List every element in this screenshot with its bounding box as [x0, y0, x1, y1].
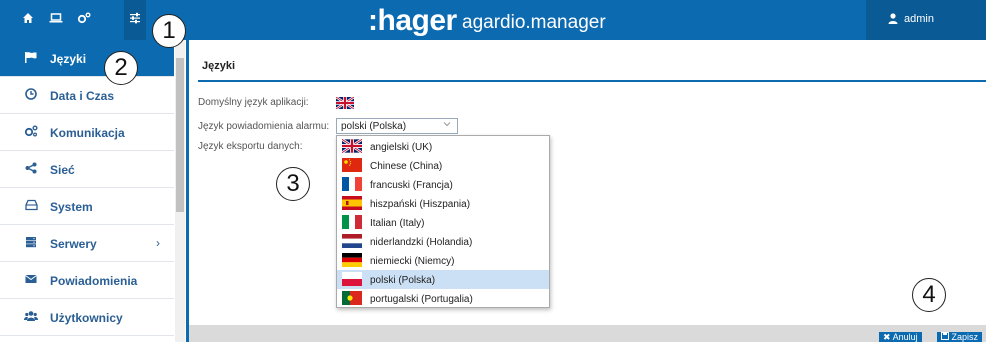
china-flag-icon [342, 158, 362, 172]
save-icon [941, 332, 952, 342]
content-divider [186, 40, 189, 342]
option-label: angielski (UK) [370, 142, 433, 153]
sidebar-item-label: Komunikacja [50, 126, 125, 140]
sidebar-item-label: Serwery [50, 237, 97, 251]
server-icon [24, 236, 38, 250]
language-option-portugalski[interactable]: portugalski (Portugalia) [337, 289, 549, 307]
close-icon: ✖ [883, 332, 891, 342]
sidebar-item-powiadomienia[interactable]: Powiadomienia [0, 262, 174, 299]
cogs-icon [24, 125, 38, 139]
top-bar: :hager agardio.manager admin [0, 0, 986, 40]
option-label: hiszpański (Hiszpania) [370, 199, 471, 210]
sidebar-item-label: Języki [50, 52, 87, 66]
language-option-polski[interactable]: polski (Polska) [337, 270, 549, 289]
callout-marker: 4 [912, 278, 946, 312]
language-option-angielski[interactable]: angielski (UK) [337, 137, 549, 156]
user-name: admin [904, 13, 934, 25]
sidebar: Języki Data i Czas Komunikacja Sieć Syst… [0, 40, 186, 342]
option-label: Chinese (China) [370, 161, 443, 172]
page-title: Języki [202, 60, 236, 72]
footer-bar [189, 325, 986, 342]
user-menu[interactable]: admin [866, 0, 986, 40]
sidebar-scrollbar[interactable] [175, 40, 185, 342]
language-option-francuski[interactable]: francuski (Francja) [337, 175, 549, 194]
germany-flag-icon [342, 253, 362, 267]
clock-icon [24, 88, 38, 102]
language-option-italian[interactable]: Italian (Italy) [337, 213, 549, 232]
italy-flag-icon [342, 215, 362, 229]
scrollbar-thumb[interactable] [176, 58, 184, 212]
language-option-niemiecki[interactable]: niemiecki (Niemcy) [337, 251, 549, 270]
sidebar-item-data-i-czas[interactable]: Data i Czas [0, 77, 174, 114]
sidebar-item-siec[interactable]: Sieć [0, 151, 174, 188]
option-label: polski (Polska) [370, 275, 436, 286]
home-icon[interactable] [20, 12, 36, 28]
option-label: Italian (Italy) [370, 218, 425, 229]
chevron-right-icon: › [156, 236, 160, 250]
select-value: polski (Polska) [341, 121, 407, 132]
language-dropdown-list: angielski (UK) Chinese (China) francuski… [336, 135, 550, 308]
title-divider [198, 80, 986, 82]
option-label: niderlandzki (Holandia) [370, 237, 473, 248]
save-label: Zapisz [951, 332, 979, 342]
alarm-language-select[interactable]: polski (Polska) [336, 118, 458, 134]
flag-icon [24, 51, 38, 65]
france-flag-icon [342, 177, 362, 191]
product-name: agardio.manager [462, 12, 606, 33]
cancel-label: Anuluj [892, 332, 918, 342]
callout-marker: 1 [152, 14, 186, 48]
envelope-icon [24, 273, 38, 287]
uk-flag-icon[interactable] [335, 96, 355, 110]
cogs-icon[interactable] [76, 12, 92, 28]
poland-flag-icon [342, 272, 362, 286]
option-label: portugalski (Portugalia) [370, 294, 473, 305]
option-label: francuski (Francja) [370, 180, 453, 191]
language-option-hiszpanski[interactable]: hiszpański (Hiszpania) [337, 194, 549, 213]
sidebar-item-label: Powiadomienia [50, 274, 138, 288]
user-icon [888, 13, 898, 27]
alarm-language-label: Język powiadomienia alarmu: [198, 121, 330, 132]
callout-marker: 3 [276, 167, 310, 201]
save-button[interactable]: Zapisz [937, 332, 983, 342]
brand-logo: :hager [368, 4, 457, 37]
sidebar-item-label: Użytkownicy [50, 311, 123, 325]
sidebar-item-system[interactable]: System [0, 188, 174, 225]
sidebar-item-komunikacja[interactable]: Komunikacja [0, 114, 174, 151]
sidebar-item-label: Sieć [50, 163, 75, 177]
laptop-icon[interactable] [48, 12, 64, 28]
sidebar-item-label: Data i Czas [50, 89, 115, 103]
export-language-label: Język eksportu danych: [198, 141, 303, 152]
uk-flag-icon [341, 138, 363, 154]
language-option-chinese[interactable]: Chinese (China) [337, 156, 549, 175]
sidebar-item-uzytkownicy[interactable]: Użytkownicy [0, 299, 174, 336]
callout-marker: 2 [104, 51, 138, 85]
portugal-flag-icon [342, 291, 362, 305]
option-label: niemiecki (Niemcy) [370, 256, 455, 267]
chevron-down-icon [443, 120, 451, 130]
hdd-icon [24, 199, 38, 213]
spain-flag-icon [342, 196, 362, 210]
sliders-icon[interactable] [124, 0, 146, 40]
default-language-label: Domyślny język aplikacji: [198, 97, 309, 108]
netherlands-flag-icon [342, 234, 362, 248]
sidebar-item-serwery[interactable]: Serwery › [0, 225, 174, 262]
sidebar-item-label: System [50, 200, 93, 214]
share-icon [24, 162, 38, 176]
language-option-niderlandzki[interactable]: niderlandzki (Holandia) [337, 232, 549, 251]
users-icon [24, 310, 38, 324]
sidebar-item-jezyki[interactable]: Języki [0, 40, 174, 77]
cancel-button[interactable]: ✖ Anuluj [879, 332, 922, 342]
